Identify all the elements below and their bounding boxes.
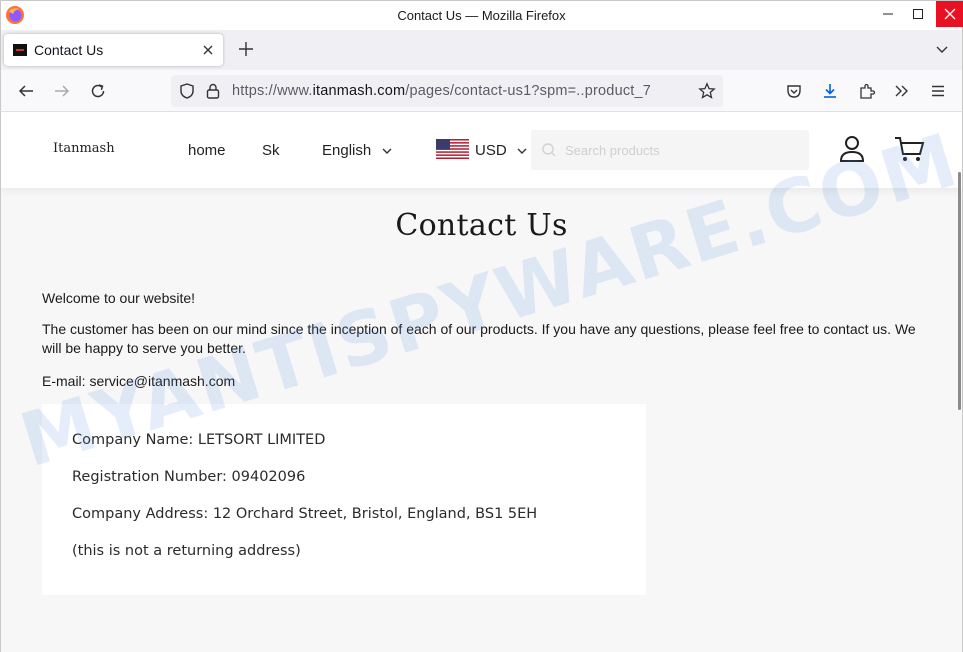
lock-icon[interactable] [205, 82, 221, 100]
search-box[interactable] [531, 130, 809, 170]
back-button[interactable] [16, 81, 36, 101]
puzzle-icon [860, 83, 876, 99]
currency-selector[interactable]: USD [475, 142, 507, 159]
extensions-button[interactable] [857, 81, 877, 101]
site-favicon-icon [13, 44, 27, 56]
navigation-toolbar: https://www.itanmash.com/pages/contact-u… [0, 70, 963, 112]
maximize-icon [913, 9, 923, 19]
minimize-icon [883, 13, 893, 15]
us-flag-icon [436, 139, 469, 159]
maximize-button[interactable] [904, 1, 932, 27]
app-menu-button[interactable] [928, 81, 948, 101]
registration-number: Registration Number: 09402096 [72, 469, 306, 485]
url-path: /pages/contact-us1?spm=..product_7 [405, 83, 652, 99]
tab-close-icon[interactable] [200, 42, 216, 58]
user-icon[interactable] [837, 134, 867, 164]
star-icon[interactable] [698, 82, 716, 100]
tab-contact-us[interactable]: Contact Us [4, 34, 223, 66]
downloads-button[interactable] [820, 81, 840, 101]
new-tab-plus-icon[interactable] [237, 40, 255, 58]
tab-strip: Contact Us [0, 30, 963, 70]
reload-icon [91, 84, 105, 98]
nav-link-home[interactable]: home [188, 142, 226, 159]
hamburger-icon [932, 85, 944, 97]
close-icon [944, 8, 956, 20]
language-selector[interactable]: English [322, 142, 371, 159]
cart-icon[interactable] [893, 134, 925, 164]
window-titlebar: Contact Us — Mozilla Firefox [0, 0, 963, 30]
reload-button[interactable] [88, 81, 108, 101]
chevrons-right-icon [895, 85, 908, 97]
scrollbar-thumb[interactable] [958, 172, 961, 410]
url-bar[interactable]: https://www.itanmash.com/pages/contact-u… [171, 75, 723, 107]
overflow-menu-button[interactable] [892, 81, 912, 101]
chevron-down-icon[interactable] [381, 145, 393, 157]
close-window-button[interactable] [936, 1, 963, 27]
company-name: Company Name: LETSORT LIMITED [72, 432, 326, 448]
page-title: Contact Us [395, 208, 568, 243]
window-title: Contact Us — Mozilla Firefox [397, 8, 566, 23]
welcome-text: Welcome to our website! [42, 290, 196, 306]
url-text[interactable]: https://www.itanmash.com/pages/contact-u… [232, 83, 690, 99]
url-prefix: https://www. [232, 83, 313, 99]
tab-title: Contact Us [34, 42, 104, 58]
company-info-card: Company Name: LETSORT LIMITED Registrati… [42, 404, 646, 595]
arrow-left-icon [18, 85, 33, 97]
chevron-down-icon[interactable] [516, 145, 528, 157]
list-all-tabs-chevron-down-icon[interactable] [934, 41, 950, 57]
url-domain: itanmash.com [312, 83, 406, 99]
arrow-right-icon [55, 85, 70, 97]
minimize-button[interactable] [874, 1, 902, 27]
download-icon [824, 84, 836, 98]
page-viewport: Itanmash home Sk English USD Search prod… [0, 112, 963, 652]
search-input[interactable] [565, 140, 795, 160]
nav-link-sk[interactable]: Sk [262, 142, 280, 159]
pocket-icon [787, 85, 801, 98]
email-text: E-mail: service@itanmash.com [42, 373, 236, 389]
site-header: Itanmash home Sk English USD [1, 112, 962, 188]
company-address: Company Address: 12 Orchard Street, Bris… [72, 506, 538, 522]
forward-button[interactable] [52, 81, 72, 101]
search-icon[interactable] [541, 142, 557, 158]
address-note: (this is not a returning address) [72, 543, 301, 559]
site-logo[interactable]: Itanmash [53, 141, 115, 156]
tracking-shield-icon[interactable] [178, 82, 196, 100]
intro-text: The customer has been on our mind since … [42, 321, 916, 356]
pocket-button[interactable] [784, 81, 804, 101]
